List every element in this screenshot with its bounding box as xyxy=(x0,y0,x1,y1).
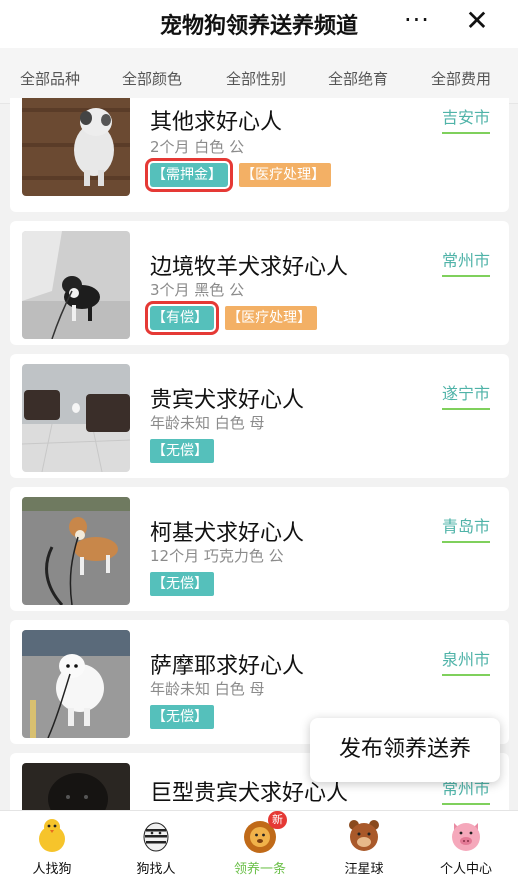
dog-photo xyxy=(22,763,130,810)
tab-profile[interactable]: 个人中心 xyxy=(414,811,518,878)
tab-dog-finds-owner[interactable]: 狗找人 xyxy=(104,811,208,878)
listing-tags: 【需押金】 【医疗处理】 xyxy=(145,158,337,192)
listing-meta: 3个月 黑色 公 xyxy=(150,281,245,299)
listing-tags: 【无偿】 xyxy=(150,572,220,596)
listing-title: 贵宾犬求好心人 xyxy=(150,388,305,413)
listing-title: 柯基犬求好心人 xyxy=(150,521,305,546)
tab-label: 汪星球 xyxy=(344,862,384,877)
listing-meta: 12个月 巧克力色 公 xyxy=(150,547,284,565)
listing-title: 其他求好心人 xyxy=(150,110,283,135)
new-badge: 新 xyxy=(268,811,287,829)
listing-tags: 【无偿】 xyxy=(150,705,220,729)
bottom-tab-bar: 人找狗 狗找人 新 领养一条 汪星球 个人中心 xyxy=(0,810,518,878)
listing-list: 其他求好心人 吉安市 2个月 白色 公 【需押金】 【医疗处理】 边境牧羊犬求好… xyxy=(0,98,518,810)
title-bar: 宠物狗领养送养频道 ··· ✕ xyxy=(0,0,518,48)
filter-fee[interactable]: 全部费用 xyxy=(431,68,491,89)
listing-city[interactable]: 泉州市 xyxy=(442,646,491,676)
free-tag: 【无偿】 xyxy=(150,439,214,463)
listing-card[interactable]: 柯基犬求好心人 青岛市 12个月 巧克力色 公 【无偿】 xyxy=(10,487,509,611)
filter-bar: 全部品种 全部颜色 全部性别 全部绝育 全部费用 xyxy=(0,48,518,104)
pig-icon xyxy=(452,823,480,851)
tab-label: 狗找人 xyxy=(136,862,176,877)
listing-title: 萨摩耶求好心人 xyxy=(150,654,305,679)
tab-label: 个人中心 xyxy=(439,862,492,877)
listing-tags: 【无偿】 xyxy=(150,439,220,463)
dog-photo xyxy=(22,231,130,339)
dog-photo xyxy=(22,630,130,738)
filter-gender[interactable]: 全部性别 xyxy=(226,68,286,89)
listing-city[interactable]: 青岛市 xyxy=(442,513,491,543)
zebra-icon xyxy=(143,822,169,852)
free-tag: 【无偿】 xyxy=(150,572,214,596)
medical-tag: 【医疗处理】 xyxy=(225,306,318,330)
deposit-tag: 【需押金】 xyxy=(145,158,233,192)
tab-dog-planet[interactable]: 汪星球 xyxy=(312,811,416,878)
more-options-button[interactable]: ··· xyxy=(404,6,430,34)
listing-city[interactable]: 遂宁市 xyxy=(442,380,491,410)
page-title: 宠物狗领养送养频道 xyxy=(159,14,358,39)
listing-title: 边境牧羊犬求好心人 xyxy=(150,255,349,280)
fee-tag: 【有偿】 xyxy=(145,301,219,335)
listing-card[interactable]: 贵宾犬求好心人 遂宁市 年龄未知 白色 母 【无偿】 xyxy=(10,354,509,478)
tab-label: 领养一条 xyxy=(233,862,286,877)
close-button[interactable]: ✕ xyxy=(462,4,492,38)
bear-icon xyxy=(349,820,379,851)
free-tag: 【无偿】 xyxy=(150,705,214,729)
filter-neuter[interactable]: 全部绝育 xyxy=(328,68,388,89)
medical-tag: 【医疗处理】 xyxy=(239,163,332,187)
filter-breed[interactable]: 全部品种 xyxy=(20,68,80,89)
tab-find-dog[interactable]: 人找狗 xyxy=(0,811,104,878)
publish-adoption-button[interactable]: 发布领养送养 xyxy=(310,718,500,782)
listing-meta: 年龄未知 白色 母 xyxy=(150,680,265,698)
dog-photo xyxy=(22,497,130,605)
dog-photo xyxy=(22,98,130,196)
listing-city[interactable]: 常州市 xyxy=(442,247,491,277)
dog-photo xyxy=(22,364,130,472)
listing-meta: 2个月 白色 公 xyxy=(150,138,245,156)
listing-card[interactable]: 边境牧羊犬求好心人 常州市 3个月 黑色 公 【有偿】 【医疗处理】 xyxy=(10,221,509,345)
listing-meta: 年龄未知 白色 母 xyxy=(150,414,265,432)
chick-icon xyxy=(39,819,65,852)
tab-adopt[interactable]: 新 领养一条 xyxy=(208,811,312,878)
filter-color[interactable]: 全部颜色 xyxy=(122,68,182,89)
listing-tags: 【有偿】 【医疗处理】 xyxy=(145,301,323,335)
listing-city[interactable]: 吉安市 xyxy=(442,104,491,134)
tab-label: 人找狗 xyxy=(32,862,72,877)
listing-card[interactable]: 其他求好心人 吉安市 2个月 白色 公 【需押金】 【医疗处理】 xyxy=(10,98,509,212)
